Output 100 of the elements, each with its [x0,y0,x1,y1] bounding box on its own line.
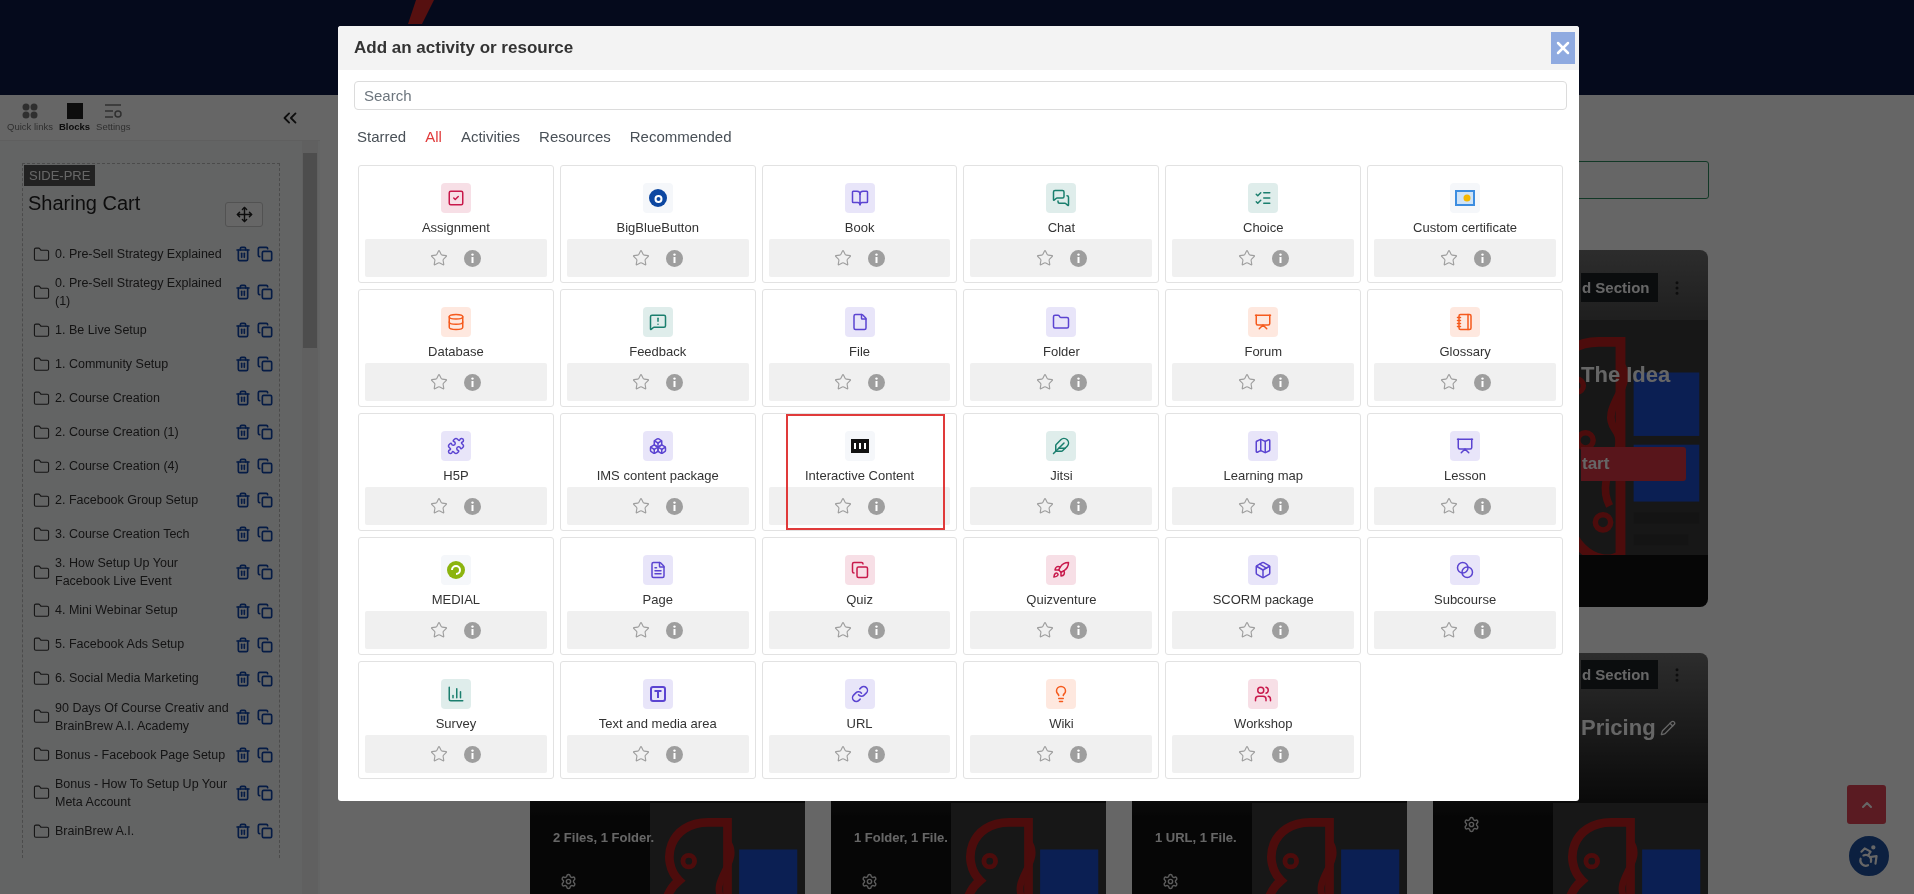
trash-icon[interactable] [235,322,251,339]
star-button[interactable] [1237,373,1256,391]
activity-tile[interactable]: Database [358,289,554,407]
star-button[interactable] [834,373,853,391]
star-button[interactable] [1439,373,1458,391]
trash-icon[interactable] [235,390,251,407]
star-button[interactable] [1237,249,1256,267]
gear-icon[interactable] [560,873,577,890]
star-button[interactable] [632,497,651,515]
star-button[interactable] [1237,497,1256,515]
copy-icon[interactable] [257,284,273,301]
star-button[interactable] [834,249,853,267]
activity-tile[interactable]: Lesson [1367,413,1563,531]
star-button[interactable] [1237,745,1256,763]
activity-tile[interactable]: Survey [358,661,554,779]
copy-icon[interactable] [257,746,273,763]
activity-tile[interactable]: Forum [1165,289,1362,407]
star-button[interactable] [632,621,651,639]
activity-tile[interactable]: Interactive Content [761,413,958,531]
activity-tile[interactable]: Feedback [559,289,756,407]
info-button[interactable] [1271,745,1289,763]
star-button[interactable] [1439,621,1458,639]
info-button[interactable] [1069,249,1087,267]
copy-icon[interactable] [257,602,273,619]
info-button[interactable] [1473,373,1491,391]
filter-tab[interactable]: Activities [460,126,521,147]
info-button[interactable] [868,373,886,391]
trash-icon[interactable] [235,784,251,801]
trash-icon[interactable] [235,246,251,262]
star-button[interactable] [1035,373,1054,391]
activity-tile[interactable]: Learning map [1165,413,1362,531]
trash-icon[interactable] [235,670,251,687]
info-button[interactable] [1271,249,1289,267]
star-button[interactable] [834,621,853,639]
info-button[interactable] [1271,621,1289,639]
info-button[interactable] [868,621,886,639]
info-button[interactable] [1069,745,1087,763]
star-button[interactable] [430,497,449,515]
activity-tile[interactable]: Glossary [1367,289,1563,407]
info-button[interactable] [868,497,886,515]
copy-icon[interactable] [257,670,273,687]
info-button[interactable] [464,249,482,267]
trash-icon[interactable] [235,356,251,373]
copy-icon[interactable] [257,492,273,509]
trash-icon[interactable] [235,708,251,725]
activity-tile[interactable]: Custom certificate [1367,165,1563,283]
activity-tile[interactable]: Folder [963,289,1160,407]
trash-icon[interactable] [235,746,251,763]
star-button[interactable] [1237,621,1256,639]
activity-tile[interactable]: IMS content package [559,413,756,531]
copy-icon[interactable] [257,356,273,373]
star-button[interactable] [1439,249,1458,267]
trash-icon[interactable] [235,602,251,619]
info-button[interactable] [1473,249,1491,267]
star-button[interactable] [1035,745,1054,763]
activity-tile[interactable]: BigBlueButton [559,165,756,283]
info-button[interactable] [666,373,684,391]
copy-icon[interactable] [257,823,273,839]
copy-icon[interactable] [257,526,273,543]
star-button[interactable] [1439,497,1458,515]
activity-tile[interactable]: Page [559,537,756,655]
activity-tile[interactable]: Subcourse [1367,537,1563,655]
info-button[interactable] [1069,373,1087,391]
activity-tile[interactable]: Choice [1165,165,1362,283]
star-button[interactable] [632,373,651,391]
star-button[interactable] [430,745,449,763]
gear-icon[interactable] [1162,873,1179,890]
activity-tile[interactable]: File [761,289,958,407]
star-button[interactable] [430,373,449,391]
gear-icon[interactable] [861,873,878,890]
search-field[interactable]: Search [354,81,1567,110]
star-button[interactable] [1035,497,1054,515]
trash-icon[interactable] [235,526,251,543]
trash-icon[interactable] [235,636,251,653]
trash-icon[interactable] [235,492,251,509]
activity-tile[interactable]: Workshop [1165,661,1362,779]
filter-tab[interactable]: Starred [357,126,407,147]
activity-tile[interactable]: MEDIAL [358,537,554,655]
filter-tab[interactable]: Recommended [629,126,732,147]
close-button[interactable] [1551,32,1575,64]
copy-icon[interactable] [257,424,273,441]
info-button[interactable] [868,745,886,763]
pencil-icon[interactable] [1659,720,1676,736]
filter-tab[interactable]: Resources [539,126,611,147]
info-button[interactable] [464,621,482,639]
info-button[interactable] [666,249,684,267]
trash-icon[interactable] [235,823,251,839]
info-button[interactable] [464,745,482,763]
activity-tile[interactable]: Jitsi [963,413,1160,531]
info-button[interactable] [666,745,684,763]
copy-icon[interactable] [257,322,273,339]
activity-tile[interactable]: SCORM package [1165,537,1362,655]
star-button[interactable] [430,621,449,639]
activity-tile[interactable]: Assignment [358,165,554,283]
star-button[interactable] [834,497,853,515]
scroll-top-button[interactable] [1847,785,1886,824]
trash-icon[interactable] [235,458,251,475]
activity-tile[interactable]: Text and media area [559,661,756,779]
activity-tile[interactable]: Wiki [963,661,1160,779]
activity-tile[interactable]: Book [761,165,958,283]
